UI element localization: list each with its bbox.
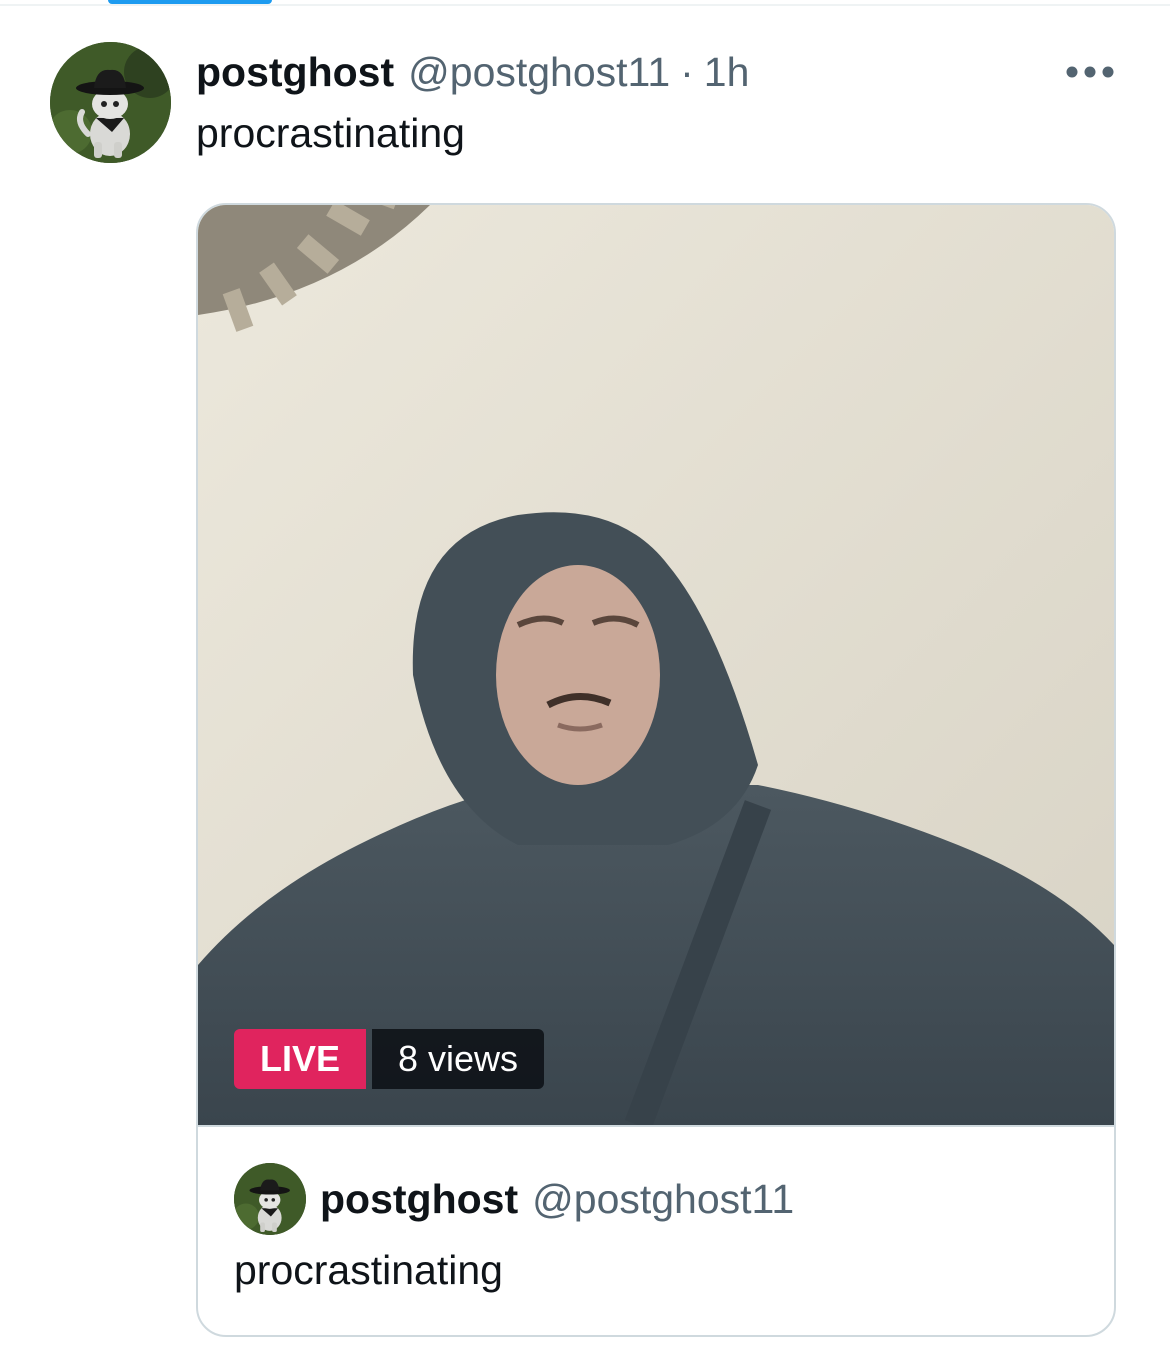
- more-options-button[interactable]: [1060, 52, 1120, 92]
- live-badge: LIVE: [234, 1029, 367, 1089]
- host-handle[interactable]: @postghost11: [532, 1176, 794, 1223]
- live-status-badges: LIVE 8 views: [234, 1029, 545, 1089]
- broadcast-title: procrastinating: [234, 1247, 503, 1293]
- top-divider: [0, 4, 1170, 6]
- host-header: postghost @postghost11: [320, 1171, 794, 1227]
- video-frame-image: [198, 205, 1114, 1125]
- cowboy-cat-avatar-icon: [234, 1163, 306, 1235]
- ellipsis-icon: [1066, 66, 1114, 78]
- author-display-name[interactable]: postghost: [196, 49, 394, 96]
- card-divider: [198, 1125, 1114, 1127]
- host-display-name[interactable]: postghost: [320, 1176, 518, 1223]
- header-separator: ·: [680, 48, 694, 95]
- host-avatar[interactable]: [234, 1163, 306, 1235]
- author-avatar[interactable]: [50, 42, 171, 163]
- live-video-preview[interactable]: LIVE 8 views: [198, 205, 1114, 1125]
- active-tab-indicator: [108, 0, 272, 4]
- post-timestamp[interactable]: 1h: [704, 49, 750, 96]
- live-broadcast-card[interactable]: LIVE 8 views postghost @postghost11 proc…: [196, 203, 1116, 1337]
- cowboy-cat-avatar-icon: [50, 42, 171, 163]
- author-handle[interactable]: @postghost11: [408, 49, 670, 96]
- post-header: postghost @postghost11 · 1h: [196, 44, 749, 100]
- post-text: procrastinating: [196, 110, 465, 156]
- view-count-badge: 8 views: [372, 1029, 545, 1089]
